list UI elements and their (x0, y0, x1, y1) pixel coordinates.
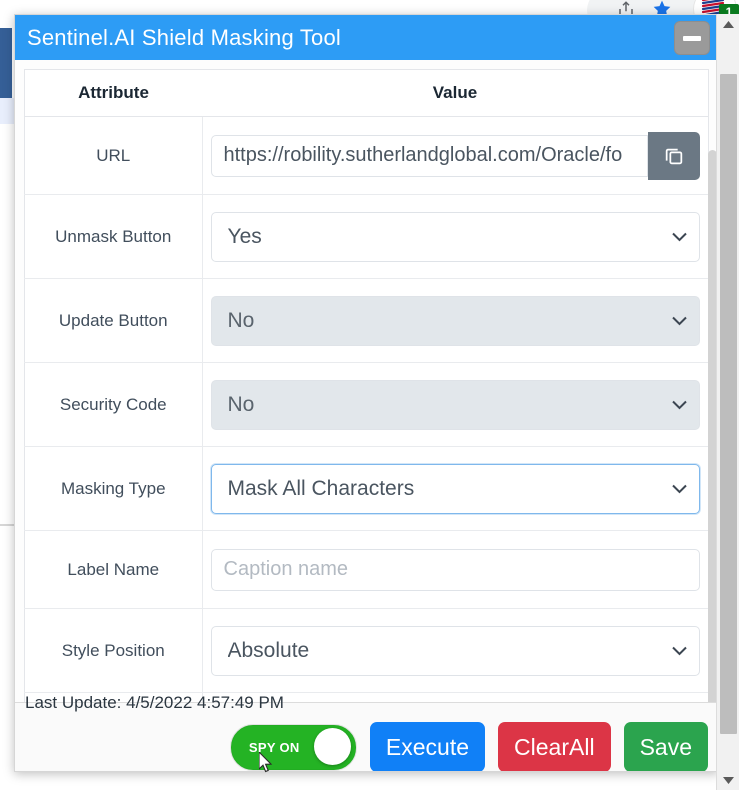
table-row-security-code: Security Code No (25, 363, 709, 447)
label-update-button: Update Button (25, 279, 203, 363)
page-scrollbar-thumb[interactable] (720, 74, 737, 734)
scroll-up-button[interactable] (717, 14, 739, 34)
spy-toggle[interactable]: SPY ON (230, 724, 357, 771)
copy-url-button[interactable] (648, 132, 700, 180)
label-style-position: Style Position (25, 609, 203, 693)
table-row-masking-type: Masking Type Mask All Characters (25, 447, 709, 531)
table-row-update-button: Update Button No (25, 279, 709, 363)
minimize-button[interactable] (674, 21, 710, 55)
table-row-unmask-button: Unmask Button Yes (25, 195, 709, 279)
window-footer: Last Update: 4/5/2022 4:57:49 PM SPY ON … (15, 702, 718, 771)
th-value: Value (202, 70, 709, 117)
table-row-url: URL (25, 117, 709, 195)
minimize-icon (683, 36, 701, 41)
clearall-button[interactable]: ClearAll (498, 722, 611, 772)
url-input[interactable] (211, 135, 649, 177)
security-code-select[interactable]: No (211, 380, 701, 430)
th-attribute: Attribute (25, 70, 203, 117)
style-position-select[interactable]: Absolute (211, 626, 701, 676)
label-unmask-button: Unmask Button (25, 195, 203, 279)
label-label-name: Label Name (25, 531, 203, 609)
spy-toggle-knob (314, 728, 351, 765)
masking-type-select[interactable]: Mask All Characters (211, 464, 701, 514)
background-left-rail (0, 28, 12, 98)
screen: 1 INPUT Xpath ▾ HTML[1]/BODY[1]/DIV[1]/ … (0, 0, 739, 790)
form-scroll-area: Attribute Value URL (15, 60, 718, 703)
unmask-button-select[interactable]: Yes (211, 212, 701, 262)
scroll-down-button[interactable] (717, 770, 739, 790)
label-masking-type: Masking Type (25, 447, 203, 531)
last-update-text: Last Update: 4/5/2022 4:57:49 PM (25, 693, 284, 713)
background-left-tint (0, 98, 14, 124)
spy-toggle-label: SPY ON (249, 740, 300, 755)
save-button[interactable]: Save (624, 722, 708, 772)
label-name-input[interactable] (211, 549, 701, 591)
window-title: Sentinel.AI Shield Masking Tool (27, 25, 341, 51)
attribute-value-table: Attribute Value URL (24, 69, 709, 703)
table-row-label-name: Label Name (25, 531, 709, 609)
update-button-select[interactable]: No (211, 296, 701, 346)
copy-icon (663, 145, 685, 167)
masking-tool-window: Sentinel.AI Shield Masking Tool Attribut… (14, 14, 719, 772)
execute-button[interactable]: Execute (370, 722, 485, 772)
table-row-style-position: Style Position Absolute (25, 609, 709, 693)
chevron-down-icon (723, 777, 734, 784)
window-title-bar: Sentinel.AI Shield Masking Tool (15, 15, 718, 60)
footer-actions: SPY ON Execute ClearAll Save (230, 722, 708, 772)
chevron-up-icon (723, 21, 734, 28)
label-url: URL (25, 117, 203, 195)
label-security-code: Security Code (25, 363, 203, 447)
page-scrollbar[interactable] (716, 14, 739, 790)
table-header-row: Attribute Value (25, 70, 709, 117)
